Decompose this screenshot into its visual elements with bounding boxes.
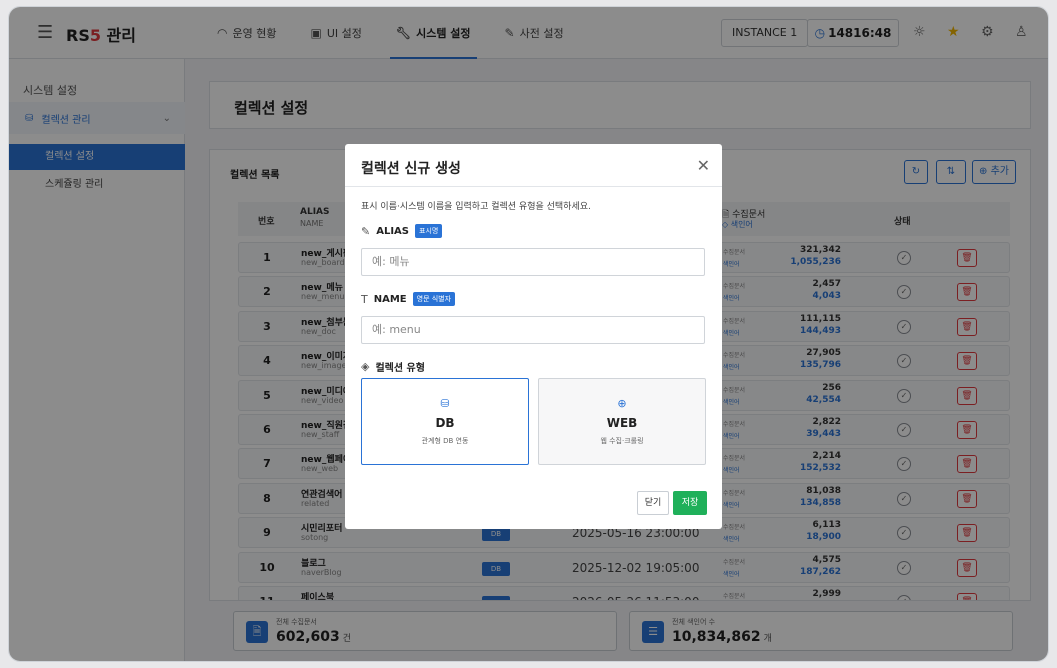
alias-label: ✎ ALIAS 표시명 bbox=[361, 224, 443, 238]
type-name: DB bbox=[435, 416, 455, 430]
pencil-icon: ✎ bbox=[361, 224, 371, 238]
alias-tag: 표시명 bbox=[415, 224, 443, 238]
modal-title: 컬렉션 신규 생성 bbox=[361, 161, 461, 177]
layers-icon: ◈ bbox=[361, 360, 370, 373]
globe-icon: ⊕ bbox=[617, 397, 627, 410]
text-type-icon: T bbox=[361, 292, 368, 306]
alias-input[interactable]: 예: 메뉴 bbox=[361, 248, 705, 276]
close-icon[interactable]: ✕ bbox=[697, 156, 710, 175]
type-label: ◈ 컬렉션 유형 bbox=[361, 359, 425, 374]
modal-divider bbox=[345, 186, 722, 187]
type-desc: 웹 수집·크롤링 bbox=[600, 437, 644, 445]
save-button[interactable]: 저장 bbox=[673, 491, 707, 515]
name-input[interactable]: 예: menu bbox=[361, 316, 705, 344]
name-tag: 영문 식별자 bbox=[412, 292, 456, 306]
app-window: ☰ RS5 관리 ◠ 운영 현황 ▣ UI 설정 🔧︎ 시스템 설정 ✎ 사전 설정 I… bbox=[8, 6, 1049, 662]
type-option-db[interactable]: ⛁ DB 관계형 DB 연동 bbox=[361, 378, 529, 465]
create-collection-modal: 컬렉션 신규 생성 ✕ 표시 이름·시스템 이름을 입력하고 컬렉션 유형을 선… bbox=[345, 144, 722, 529]
type-name: WEB bbox=[606, 416, 638, 430]
name-label-text: NAME bbox=[373, 293, 407, 305]
close-button[interactable]: 닫기 bbox=[637, 491, 669, 515]
database-icon: ⛁ bbox=[440, 397, 450, 410]
alias-label-text: ALIAS bbox=[376, 225, 409, 237]
type-label-text: 컬렉션 유형 bbox=[375, 363, 425, 374]
type-desc: 관계형 DB 연동 bbox=[421, 437, 469, 445]
type-option-web[interactable]: ⊕ WEB 웹 수집·크롤링 bbox=[538, 378, 706, 465]
modal-description: 표시 이름·시스템 이름을 입력하고 컬렉션 유형을 선택하세요. bbox=[361, 202, 591, 212]
name-label: T NAME 영문 식별자 bbox=[361, 292, 456, 306]
